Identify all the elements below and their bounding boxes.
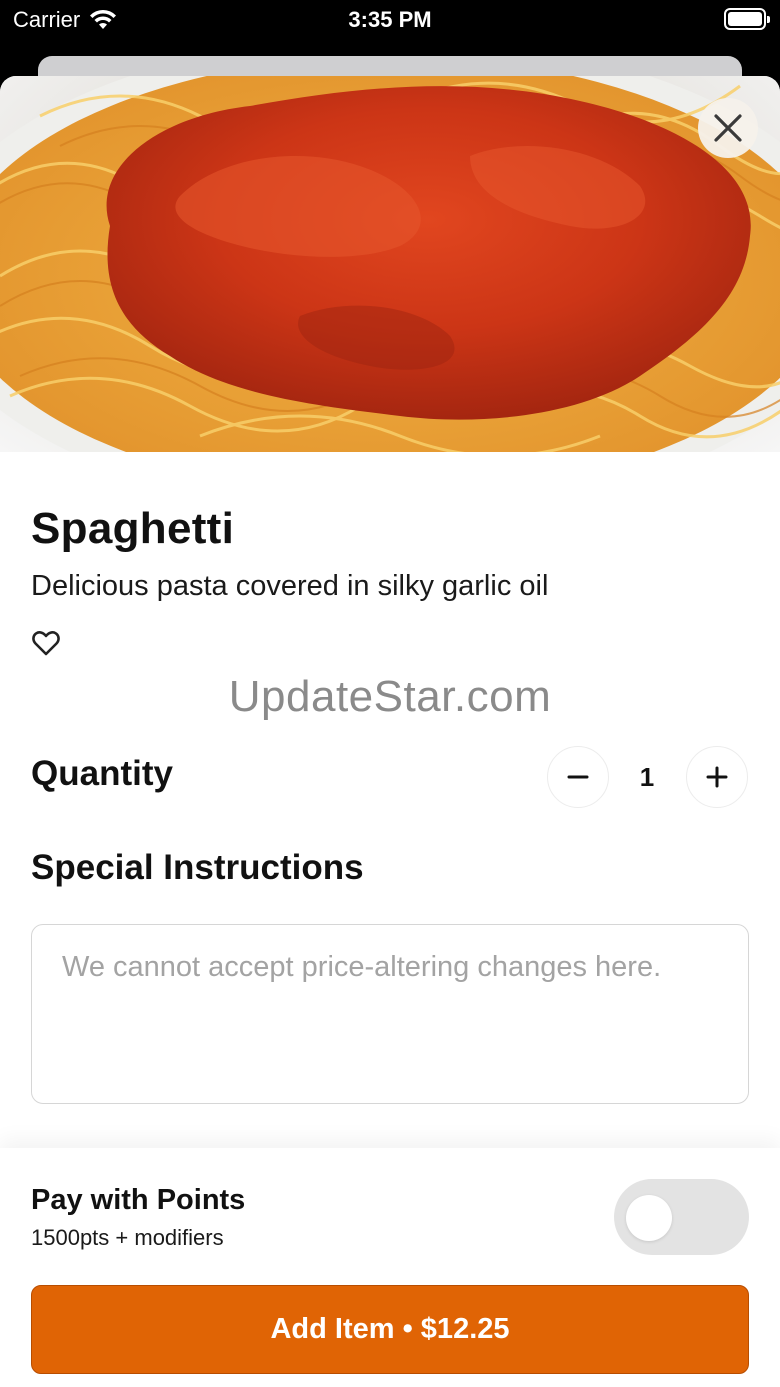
item-description: Delicious pasta covered in silky garlic … [31, 570, 549, 602]
spaghetti-illustration [0, 76, 780, 452]
watermark: UpdateStar.com [228, 672, 552, 721]
item-title: Spaghetti [31, 504, 235, 553]
toggle-knob [626, 1195, 672, 1241]
points-cost-label: 1500pts + modifiers [31, 1225, 224, 1250]
special-instructions-label: Special Instructions [31, 848, 364, 887]
battery-icon [724, 8, 770, 30]
status-time: 3:35 PM [348, 7, 432, 32]
close-button[interactable] [698, 98, 758, 158]
heart-outline-icon[interactable] [31, 628, 61, 658]
plus-icon [706, 766, 728, 788]
checkout-footer: Pay with Points 1500pts + modifiers Add … [0, 1148, 780, 1387]
quantity-value: 1 [639, 762, 655, 792]
food-image [0, 76, 780, 452]
add-item-button[interactable]: Add Item • $12.25 [31, 1285, 749, 1374]
pay-with-points-label: Pay with Points [31, 1184, 246, 1216]
special-instructions-input[interactable] [31, 924, 749, 1104]
pay-with-points-toggle[interactable] [614, 1179, 749, 1255]
close-icon [714, 114, 742, 142]
quantity-label: Quantity [31, 754, 173, 793]
minus-icon [567, 775, 589, 779]
decrement-button[interactable] [547, 746, 609, 808]
status-bar: Carrier 3:35 PM [0, 0, 780, 40]
increment-button[interactable] [686, 746, 748, 808]
